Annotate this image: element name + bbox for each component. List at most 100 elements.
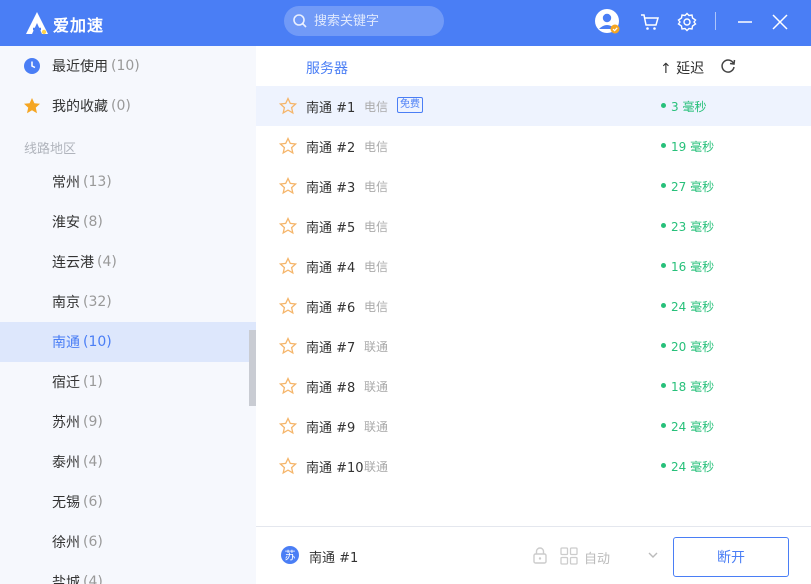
disconnect-button[interactable]: 断开: [673, 537, 789, 577]
star-outline-icon[interactable]: [279, 417, 297, 435]
star-outline-icon[interactable]: [279, 257, 297, 275]
star-filled-icon: [24, 98, 40, 114]
region-label: 苏州: [52, 415, 80, 431]
column-header-server[interactable]: 服务器: [306, 58, 348, 78]
search-box[interactable]: [284, 6, 444, 36]
user-avatar[interactable]: [594, 8, 622, 36]
sidebar-item-count: (0): [111, 98, 131, 114]
clock-icon: [24, 58, 40, 74]
star-outline-icon[interactable]: [279, 177, 297, 195]
server-name: 南通 #3: [306, 181, 356, 196]
server-latency: 3 毫秒: [671, 100, 707, 114]
connection-bar: 苏 南通 #1 自动 断开: [256, 526, 811, 584]
region-section-label: 线路地区: [24, 142, 77, 157]
server-list: 服务器 ↑ 延迟 南通 #1 电信 免费 3 毫秒 南通 #2 电信 19 毫秒 南通 #3 电…: [256, 46, 811, 526]
sidebar-item-region[interactable]: 盐城 (4): [0, 562, 256, 584]
region-count: (4): [83, 454, 103, 470]
cart-button[interactable]: [636, 8, 664, 36]
free-badge: 免费: [397, 97, 423, 113]
region-label: 宿迁: [52, 375, 80, 391]
server-row[interactable]: 南通 #10 联通 24 毫秒: [256, 446, 811, 486]
minimize-button[interactable]: [731, 8, 759, 36]
sidebar-item-region[interactable]: 宿迁 (1): [0, 362, 256, 402]
sidebar-item-region[interactable]: 常州 (13): [0, 162, 256, 202]
server-name: 南通 #1: [306, 101, 356, 116]
lock-icon[interactable]: [531, 546, 549, 564]
server-isp: 电信: [364, 100, 389, 114]
sidebar-item-region[interactable]: 苏州 (9): [0, 402, 256, 442]
server-name: 南通 #5: [306, 221, 356, 236]
server-latency: 19 毫秒: [671, 140, 715, 154]
region-label: 常州: [52, 175, 80, 191]
region-label: 徐州: [52, 535, 80, 551]
mode-select[interactable]: 自动: [584, 548, 610, 567]
server-isp: 电信: [364, 220, 389, 234]
sidebar-item-recent[interactable]: 最近使用 (10): [0, 46, 256, 86]
sidebar-item-region[interactable]: 无锡 (6): [0, 482, 256, 522]
server-name: 南通 #4: [306, 261, 356, 276]
star-outline-icon[interactable]: [279, 337, 297, 355]
latency-status-dot: [661, 263, 666, 268]
latency-status-dot: [661, 223, 666, 228]
chevron-down-icon[interactable]: [647, 549, 659, 561]
star-outline-icon[interactable]: [279, 457, 297, 475]
server-row[interactable]: 南通 #9 联通 24 毫秒: [256, 406, 811, 446]
server-latency: 24 毫秒: [671, 420, 715, 434]
server-row[interactable]: 南通 #4 电信 16 毫秒: [256, 246, 811, 286]
latency-status-dot: [661, 383, 666, 388]
region-label: 淮安: [52, 215, 80, 231]
region-label: 南京: [52, 295, 80, 311]
sidebar-item-favorites[interactable]: 我的收藏 (0): [0, 86, 256, 126]
region-label: 泰州: [52, 455, 80, 471]
server-isp: 电信: [364, 180, 389, 194]
sidebar-item-region[interactable]: 连云港 (4): [0, 242, 256, 282]
server-latency: 20 毫秒: [671, 340, 715, 354]
server-name: 南通 #10: [306, 461, 364, 476]
server-row[interactable]: 南通 #2 电信 19 毫秒: [256, 126, 811, 166]
server-name: 南通 #9: [306, 421, 356, 436]
close-button[interactable]: [766, 8, 794, 36]
server-name: 南通 #7: [306, 341, 356, 356]
refresh-icon[interactable]: [719, 57, 737, 75]
sidebar-item-region[interactable]: 南京 (32): [0, 282, 256, 322]
sidebar-scrollbar[interactable]: [249, 330, 256, 406]
latency-status-dot: [661, 183, 666, 188]
star-outline-icon[interactable]: [279, 137, 297, 155]
app-logo-icon: [26, 12, 48, 35]
star-outline-icon[interactable]: [279, 297, 297, 315]
server-row[interactable]: 南通 #8 联通 18 毫秒: [256, 366, 811, 406]
sidebar-item-region[interactable]: 徐州 (6): [0, 522, 256, 562]
latency-status-dot: [661, 463, 666, 468]
current-server-name: 南通 #1: [309, 551, 359, 566]
sidebar-item-count: (10): [111, 58, 140, 74]
region-count: (4): [83, 574, 103, 584]
star-outline-icon[interactable]: [279, 97, 297, 115]
server-row[interactable]: 南通 #7 联通 20 毫秒: [256, 326, 811, 366]
sidebar: 最近使用 (10) 我的收藏 (0) 线路地区 常州 (13) 淮安 (8) 连…: [0, 46, 256, 584]
server-row[interactable]: 南通 #5 电信 23 毫秒: [256, 206, 811, 246]
region-count: (6): [83, 494, 103, 510]
sidebar-item-region[interactable]: 泰州 (4): [0, 442, 256, 482]
settings-button[interactable]: [673, 8, 701, 36]
region-count: (6): [83, 534, 103, 550]
gear-icon: [677, 12, 697, 32]
sidebar-item-region[interactable]: 淮安 (8): [0, 202, 256, 242]
search-input[interactable]: [314, 10, 434, 32]
sidebar-item-region-selected[interactable]: 南通 (10): [0, 322, 256, 362]
server-row[interactable]: 南通 #6 电信 24 毫秒: [256, 286, 811, 326]
server-row[interactable]: 南通 #1 电信 免费 3 毫秒: [256, 86, 811, 126]
server-name: 南通 #2: [306, 141, 356, 156]
sidebar-item-label: 我的收藏: [52, 99, 108, 115]
region-label: 南通: [52, 335, 80, 351]
latency-status-dot: [661, 343, 666, 348]
server-latency: 16 毫秒: [671, 260, 715, 274]
server-isp: 联通: [364, 460, 389, 474]
star-outline-icon[interactable]: [279, 217, 297, 235]
column-header-latency[interactable]: ↑ 延迟: [660, 58, 704, 78]
latency-status-dot: [661, 423, 666, 428]
server-row[interactable]: 南通 #3 电信 27 毫秒: [256, 166, 811, 206]
mode-grid-icon: [560, 547, 578, 565]
title-bar: 爱加速: [0, 0, 811, 46]
server-name: 南通 #8: [306, 381, 356, 396]
star-outline-icon[interactable]: [279, 377, 297, 395]
